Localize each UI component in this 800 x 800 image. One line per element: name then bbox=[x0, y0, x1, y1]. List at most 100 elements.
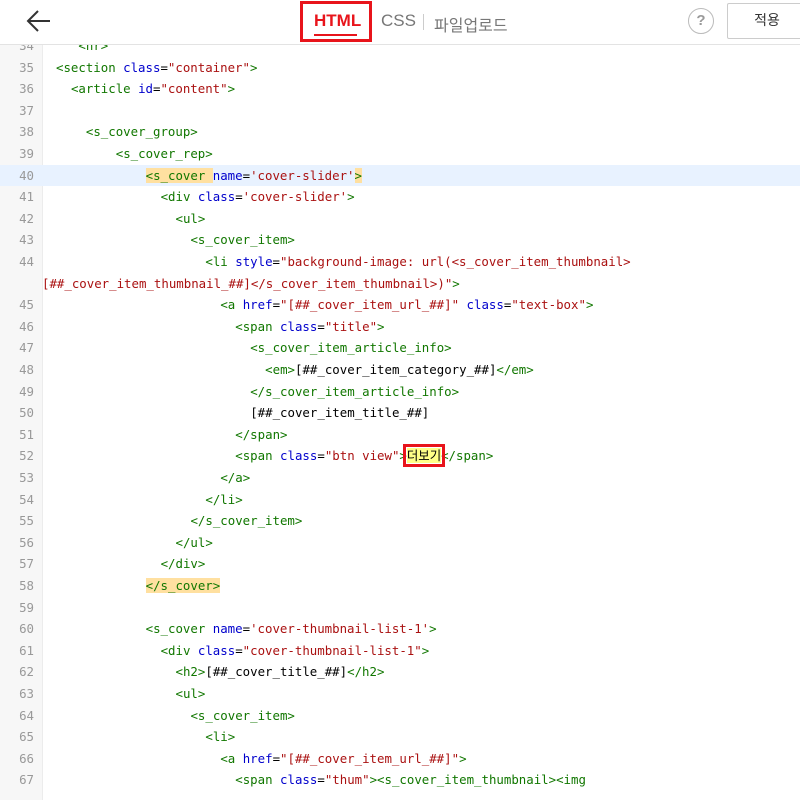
code-line[interactable]: 49 </s_cover_item_article_info> bbox=[0, 381, 800, 403]
line-number: 66 bbox=[19, 750, 34, 766]
line-number: 55 bbox=[19, 513, 34, 529]
code-token: <div bbox=[160, 642, 198, 658]
code-line[interactable]: 40 <s_cover name='cover-slider'> bbox=[0, 164, 800, 187]
code-token: <s_cover bbox=[145, 167, 213, 183]
code-token: [##_cover_title_##] bbox=[205, 664, 348, 680]
code-text: <a href="[##_cover_item_url_##]"> bbox=[220, 748, 466, 770]
code-token: > bbox=[354, 167, 362, 183]
line-number: 34 bbox=[19, 45, 34, 53]
code-line[interactable]: 47 <s_cover_item_article_info> bbox=[0, 337, 800, 359]
code-token: = bbox=[235, 642, 243, 658]
code-line[interactable]: 46 <span class="title"> bbox=[0, 316, 800, 338]
code-text: </div> bbox=[161, 553, 206, 575]
code-token: "[##_cover_item_url_##]" bbox=[280, 297, 460, 313]
back-button[interactable] bbox=[26, 6, 52, 36]
code-token: <s_cover_item> bbox=[190, 707, 295, 723]
code-token: class bbox=[197, 189, 236, 205]
code-line[interactable]: 67 <span class="thum"><s_cover_item_thumb… bbox=[0, 769, 800, 791]
code-token: style bbox=[235, 254, 273, 269]
arrow-left-icon bbox=[26, 10, 50, 32]
code-line[interactable]: 66 <a href="[##_cover_item_url_##]"> bbox=[0, 748, 800, 770]
code-line[interactable]: 37 bbox=[0, 100, 800, 122]
code-token: = bbox=[272, 254, 281, 269]
tab-css[interactable]: CSS bbox=[381, 11, 416, 31]
code-text: <s_cover_item> bbox=[190, 229, 294, 251]
help-icon[interactable]: ? bbox=[688, 8, 714, 34]
code-token: <span bbox=[235, 448, 281, 464]
code-line[interactable]: 48 <em>[##_cover_item_category_##]</em> bbox=[0, 359, 800, 381]
line-number: 36 bbox=[19, 81, 34, 97]
code-token: 'cover-slider' bbox=[250, 167, 355, 183]
code-line[interactable]: 65 <li> bbox=[0, 726, 800, 748]
code-editor[interactable]: 34 <hr> 35 <section class="container"> 36 <ar… bbox=[0, 45, 800, 800]
code-line[interactable]: 53 </a> bbox=[0, 467, 800, 489]
code-line[interactable]: 50 [##_cover_item_title_##] bbox=[0, 402, 800, 424]
code-text: <s_cover name='cover-thumbnail-list-1'> bbox=[146, 618, 437, 640]
code-token: <div bbox=[160, 189, 198, 205]
code-token: <img bbox=[556, 772, 586, 788]
tab-html[interactable]: HTML bbox=[314, 11, 361, 31]
line-number: 59 bbox=[19, 599, 34, 615]
code-text: <section class="container"> bbox=[56, 57, 257, 79]
code-line[interactable]: [##_cover_item_thumbnail_##]</s_cover_it… bbox=[0, 273, 800, 295]
code-line[interactable]: 38 <s_cover_group> bbox=[0, 121, 800, 143]
code-line[interactable]: 51 </span> bbox=[0, 424, 800, 446]
code-line[interactable]: 42 <ul> bbox=[0, 208, 800, 230]
code-line[interactable]: 61 <div class="cover-thumbnail-list-1"> bbox=[0, 640, 800, 662]
code-text: <ul> bbox=[176, 683, 206, 705]
code-line[interactable]: 52 <span class="btn view">더보기</span> bbox=[0, 444, 800, 468]
line-number: 37 bbox=[19, 102, 34, 118]
code-line[interactable]: 36 <article id="content"> bbox=[0, 78, 800, 100]
code-token: <s_cover bbox=[145, 621, 213, 637]
code-line[interactable]: 59 bbox=[0, 597, 800, 619]
code-token: 'cover-thumbnail-list-1' bbox=[250, 621, 430, 637]
code-token: = bbox=[242, 167, 251, 183]
code-token: class bbox=[123, 59, 161, 75]
line-number: 40 bbox=[19, 167, 34, 183]
code-token: </s_cover_item_article_info> bbox=[250, 383, 460, 399]
line-number: 41 bbox=[19, 189, 34, 205]
code-line[interactable]: 55 </s_cover_item> bbox=[0, 510, 800, 532]
code-token: </span> bbox=[235, 426, 288, 442]
line-number: 52 bbox=[19, 448, 34, 464]
code-line[interactable]: 62 <h2>[##_cover_title_##]</h2> bbox=[0, 661, 800, 683]
code-line[interactable]: 57 </div> bbox=[0, 553, 800, 575]
code-line[interactable]: 58 </s_cover> bbox=[0, 575, 800, 597]
code-line[interactable]: 41 <div class='cover-slider'> bbox=[0, 186, 800, 208]
code-token: "thum" bbox=[324, 772, 370, 788]
line-number: 53 bbox=[19, 470, 34, 485]
apply-button[interactable]: 적용 bbox=[727, 3, 800, 39]
code-text: <span class="btn view">더보기</span> bbox=[235, 444, 493, 468]
tab-file-upload[interactable]: 파일업로드 bbox=[434, 12, 508, 36]
code-token: class bbox=[280, 772, 318, 788]
code-text: </li> bbox=[205, 489, 242, 511]
code-token: [##_cover_item_thumbnail_##]</s_cover_it… bbox=[42, 275, 453, 291]
editor-header: HTML CSS 파일업로드 ? 적용 bbox=[0, 0, 800, 45]
code-line[interactable]: 64 <s_cover_item> bbox=[0, 705, 800, 727]
code-token: <s_cover_rep> bbox=[115, 146, 213, 161]
code-line[interactable]: 60 <s_cover name='cover-thumbnail-list-1'… bbox=[0, 618, 800, 640]
code-line[interactable]: 45 <a href="[##_cover_item_url_##]" class… bbox=[0, 294, 800, 316]
code-line[interactable]: 35 <section class="container"> bbox=[0, 57, 800, 79]
code-token: <li> bbox=[205, 729, 236, 745]
code-text: </ul> bbox=[176, 532, 213, 554]
code-token: "title" bbox=[324, 318, 378, 334]
code-line[interactable]: 44 <li style="background-image: url(<s_co… bbox=[0, 251, 800, 273]
code-line[interactable]: 43 <s_cover_item> bbox=[0, 229, 800, 251]
line-number: 39 bbox=[19, 146, 34, 161]
code-text: <div class='cover-slider'> bbox=[161, 186, 355, 208]
code-line[interactable]: 34 <hr> bbox=[0, 45, 800, 57]
code-text: <li> bbox=[205, 726, 235, 748]
code-token: class bbox=[466, 297, 504, 313]
code-line[interactable]: 63 <ul> bbox=[0, 683, 800, 705]
code-token: </em> bbox=[496, 362, 534, 377]
code-token: = bbox=[272, 297, 281, 313]
line-number: 54 bbox=[19, 491, 34, 507]
code-line[interactable]: 54 </li> bbox=[0, 489, 800, 511]
code-text: <s_cover_group> bbox=[86, 121, 198, 143]
line-number: 44 bbox=[19, 254, 34, 269]
code-line[interactable]: 56 </ul> bbox=[0, 532, 800, 554]
code-line[interactable]: 39 <s_cover_rep> bbox=[0, 143, 800, 165]
code-token: = bbox=[317, 448, 325, 464]
